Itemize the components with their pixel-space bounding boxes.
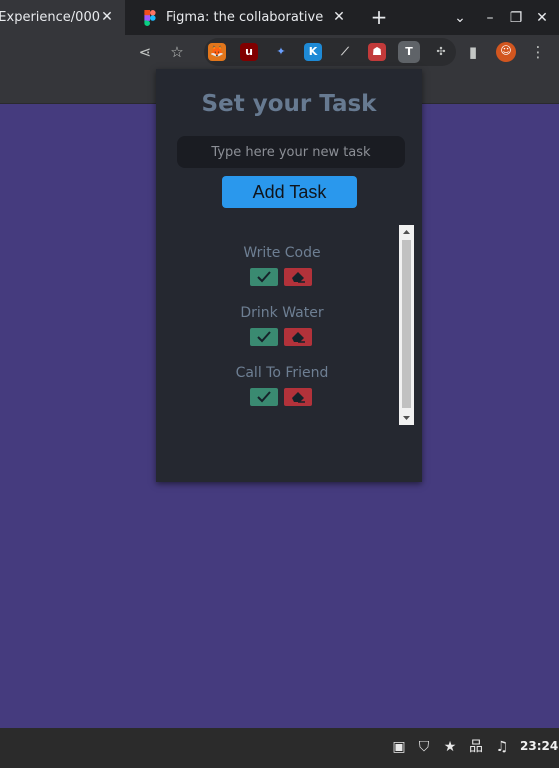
ublock-origin-icon[interactable]: u [240,43,258,61]
tab-figma[interactable]: Figma: the collaborative inte ✕ [131,0,357,35]
delete-task-button[interactable] [284,268,312,286]
eraser-icon [292,272,305,283]
puzzle-extensions-icon[interactable]: ✣ [432,43,450,61]
clock[interactable]: 23:24 [520,739,558,753]
shield-icon[interactable]: ⛉ [415,738,433,756]
figma-icon [144,9,156,26]
task-label: Write Code [243,245,321,261]
network-icon[interactable]: 品 [467,738,485,756]
complete-task-button[interactable] [250,388,278,406]
task-list: Write Code Drink Water Call To Friend [172,225,398,425]
profile-avatar[interactable]: ☺ [496,42,516,62]
eraser-icon [292,392,305,403]
delete-task-button[interactable] [284,328,312,346]
side-panel-icon[interactable]: ▮ [464,43,482,61]
tab-title: 000/Experience [0,10,100,25]
task-label: Call To Friend [235,365,329,381]
music-icon[interactable]: ♫ [493,738,511,756]
tab-title: Figma: the collaborative inte [166,10,326,25]
metamask-icon[interactable]: 🦊 [208,43,226,61]
check-icon [257,271,271,283]
scroll-down-arrow-icon[interactable] [399,411,414,425]
star-icon[interactable]: ☆ [168,43,186,61]
clipboard-icon[interactable]: ▣ [390,738,408,756]
menu-kebab-icon[interactable]: ⋮ [529,43,547,61]
task-input[interactable] [177,136,405,168]
complete-task-button[interactable] [250,268,278,286]
k-extension-icon[interactable]: K [304,43,322,61]
complete-task-button[interactable] [250,328,278,346]
task-label: Drink Water [240,305,324,321]
t-extension-icon[interactable]: T [398,41,420,63]
eyedropper-icon[interactable]: ⟋ [336,43,354,61]
task-item: Write Code [172,245,398,297]
popup-title: Set your Task [201,91,377,117]
check-icon [257,331,271,343]
minimize-icon[interactable]: – [480,8,500,28]
chevron-down-icon[interactable]: ⌄ [450,8,470,28]
share-icon[interactable]: ⋖ [136,43,154,61]
tab-experience[interactable]: 000/Experience ✕ [0,0,125,35]
task-popup: Set your Task Add Task Write Code Drink … [156,69,422,482]
close-icon[interactable]: ✕ [99,9,115,25]
check-icon [257,391,271,403]
eraser-icon [292,332,305,343]
window-close-icon[interactable]: ✕ [532,8,552,28]
task-item: Call To Friend [172,365,398,417]
satellite-icon[interactable]: ✦ [272,43,290,61]
add-task-button[interactable]: Add Task [222,176,357,208]
tab-strip: 000/Experience ✕ Figma: the collaborativ… [0,0,559,35]
task-item: Drink Water [172,305,398,357]
close-icon[interactable]: ✕ [331,9,347,25]
game-extension-icon[interactable]: ☗ [368,43,386,61]
delete-task-button[interactable] [284,388,312,406]
new-tab-plus-icon[interactable]: + [369,7,389,28]
scroll-up-arrow-icon[interactable] [399,225,414,239]
scrollbar-thumb[interactable] [402,240,411,408]
restore-icon[interactable]: ❐ [506,8,526,28]
system-taskbar: ▣ ⛉ ★ 品 ♫ 23:24 [0,728,559,768]
task-list-scrollbar[interactable] [399,225,414,425]
star-icon[interactable]: ★ [441,738,459,756]
